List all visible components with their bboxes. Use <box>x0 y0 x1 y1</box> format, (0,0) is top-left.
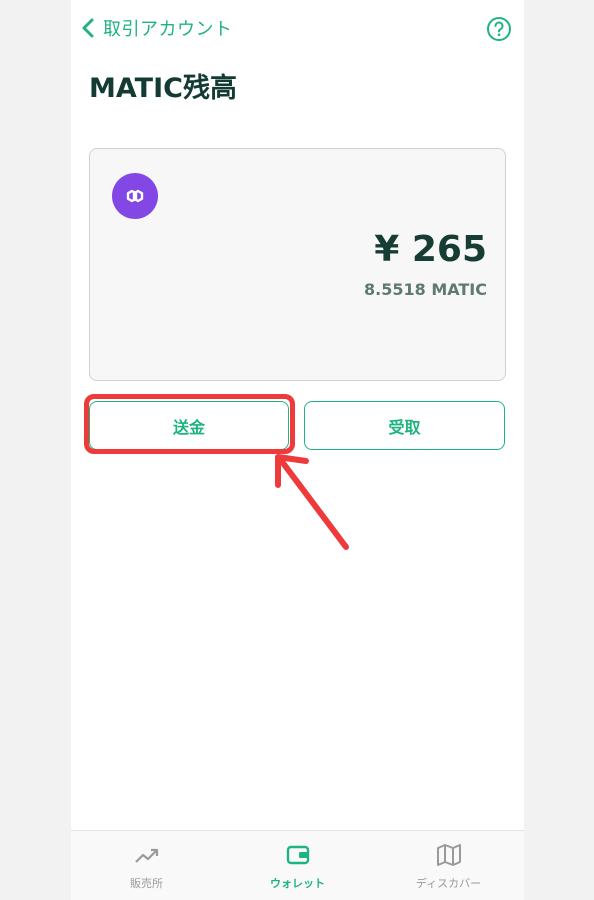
tab-wallet[interactable]: ウォレット <box>222 831 373 900</box>
wallet-icon <box>286 845 309 865</box>
back-button[interactable]: 取引アカウント <box>79 14 233 42</box>
bottom-tab-bar: 販売所 ウォレット ディスカバー <box>71 830 524 900</box>
tab-label: 販売所 <box>130 877 163 890</box>
question-circle-icon[interactable] <box>486 16 512 42</box>
tab-sales[interactable]: 販売所 <box>71 831 222 900</box>
receive-button[interactable]: 受取 <box>304 401 505 450</box>
crypto-balance: 8.5518 MATIC <box>364 280 487 299</box>
highlight-box <box>84 394 295 454</box>
app-screen: 取引アカウント MATIC残高 ¥ 265 8.5518 MATIC 送金 受取 <box>71 0 524 900</box>
back-label: 取引アカウント <box>103 19 233 40</box>
trend-up-icon <box>134 848 158 863</box>
balance-card: ¥ 265 8.5518 MATIC <box>89 148 506 381</box>
tab-discover[interactable]: ディスカバー <box>373 831 524 900</box>
fiat-balance: ¥ 265 <box>374 229 487 270</box>
map-icon <box>436 844 461 866</box>
matic-logo-icon <box>112 173 158 219</box>
chevron-left-icon <box>82 18 94 38</box>
pointer-arrow-icon <box>275 454 349 550</box>
page-title: MATIC残高 <box>89 73 237 104</box>
top-nav: 取引アカウント <box>71 0 524 56</box>
tab-label: ディスカバー <box>415 877 482 890</box>
tab-label: ウォレット <box>270 877 325 890</box>
